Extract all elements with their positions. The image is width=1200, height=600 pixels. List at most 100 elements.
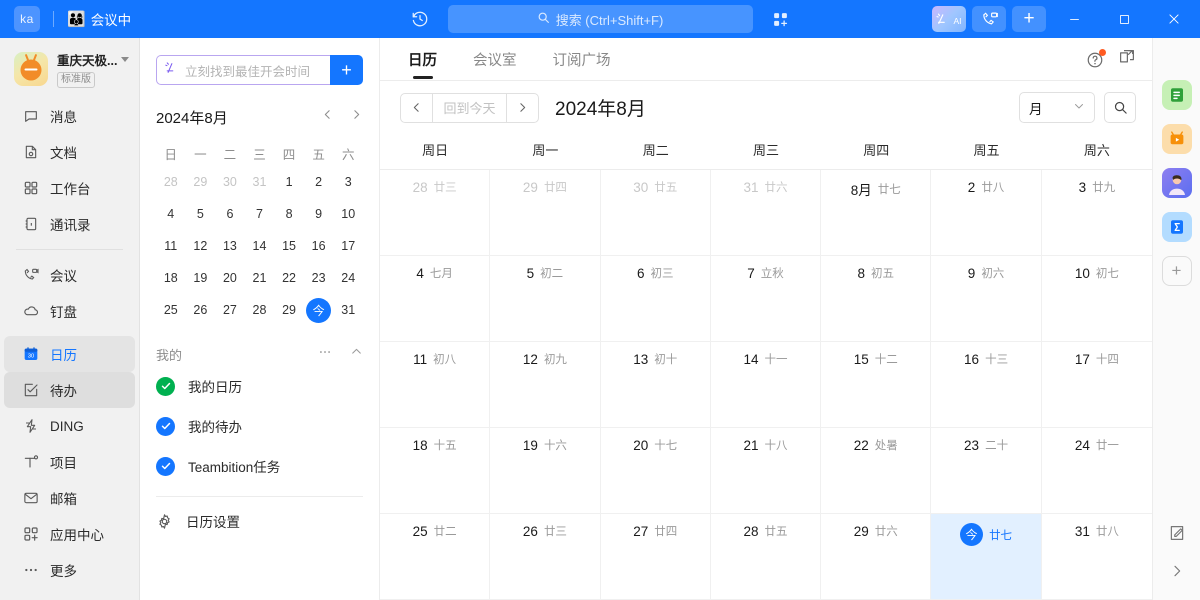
sidebar-item-calendar[interactable]: 30 日历 [4, 336, 135, 372]
month-day-cell[interactable]: 21十八 [711, 428, 821, 514]
contact-photo-icon[interactable] [1162, 168, 1192, 198]
video-app-icon[interactable] [1162, 124, 1192, 154]
month-day-cell[interactable]: 23二十 [931, 428, 1041, 514]
ai-find-input[interactable]: 立刻找到最佳开会时间 [156, 55, 330, 85]
month-day-cell[interactable]: 17十四 [1042, 342, 1152, 428]
month-day-cell[interactable]: 29廿六 [821, 514, 931, 600]
mini-day-cell[interactable]: 28 [156, 166, 186, 198]
mini-day-cell[interactable]: 31 [245, 166, 275, 198]
month-day-cell[interactable]: 7立秋 [711, 256, 821, 342]
calendar-list-item[interactable]: Teambition任务 [156, 446, 363, 486]
history-clock-icon[interactable] [406, 5, 434, 33]
month-day-cell[interactable]: 26廿三 [490, 514, 600, 600]
sidebar-item-contacts[interactable]: 通讯录 [4, 206, 135, 242]
month-day-cell[interactable]: 25廿二 [380, 514, 490, 600]
new-item-plus-icon[interactable]: + [1012, 6, 1046, 32]
mini-day-cell[interactable]: 23 [304, 262, 334, 294]
open-in-new-window-icon[interactable] [1118, 48, 1136, 71]
mini-day-cell[interactable]: 29 [274, 294, 304, 326]
minimize-icon[interactable] [1052, 0, 1096, 38]
mini-day-cell[interactable]: 26 [186, 294, 216, 326]
month-day-cell[interactable]: 11初八 [380, 342, 490, 428]
mini-day-cell[interactable]: 6 [215, 198, 245, 230]
month-day-cell[interactable]: 6初三 [601, 256, 711, 342]
meeting-status-chip[interactable]: 👨‍👩‍👦 会议中 [67, 9, 131, 29]
chevron-down-icon[interactable] [121, 57, 129, 62]
mini-day-cell[interactable]: 7 [245, 198, 275, 230]
month-day-cell[interactable]: 3廿九 [1042, 170, 1152, 256]
mini-day-cell[interactable]: 17 [333, 230, 363, 262]
sidebar-item-mail[interactable]: 邮箱 [4, 480, 135, 516]
month-day-cell[interactable]: 19十六 [490, 428, 600, 514]
month-day-cell[interactable]: 24廿一 [1042, 428, 1152, 514]
mini-day-cell[interactable]: 19 [186, 262, 216, 294]
docs-app-icon[interactable] [1162, 212, 1192, 242]
month-day-cell[interactable]: 31廿八 [1042, 514, 1152, 600]
mini-day-cell[interactable]: 28 [245, 294, 275, 326]
mini-day-cell[interactable]: 30 [215, 166, 245, 198]
mini-day-cell[interactable]: 1 [274, 166, 304, 198]
mini-day-cell[interactable]: 22 [274, 262, 304, 294]
mini-day-cell[interactable]: 20 [215, 262, 245, 294]
mini-day-cell[interactable]: 9 [304, 198, 334, 230]
sidebar-item-meeting[interactable]: 会议 [4, 257, 135, 293]
calendar-list-item[interactable]: 我的待办 [156, 406, 363, 446]
mini-day-cell[interactable]: 3 [333, 166, 363, 198]
chevron-left-icon[interactable] [321, 108, 334, 126]
phone-video-icon[interactable] [972, 6, 1006, 32]
calendar-checkbox[interactable] [156, 457, 175, 476]
mini-day-cell[interactable]: 21 [245, 262, 275, 294]
calendar-search-button[interactable] [1104, 92, 1136, 123]
month-day-cell[interactable]: 今廿七 [931, 514, 1041, 600]
month-day-cell[interactable]: 27廿四 [601, 514, 711, 600]
sidebar-item-more[interactable]: 更多 [4, 552, 135, 588]
mini-day-cell[interactable]: 8 [274, 198, 304, 230]
mini-day-cell[interactable]: 12 [186, 230, 216, 262]
mini-day-cell[interactable]: 11 [156, 230, 186, 262]
sidebar-item-documents[interactable]: 文档 [4, 134, 135, 170]
mini-day-cell[interactable]: 15 [274, 230, 304, 262]
month-day-cell[interactable]: 16十三 [931, 342, 1041, 428]
month-day-cell[interactable]: 28廿三 [380, 170, 490, 256]
tab-calendar[interactable]: 日历 [400, 49, 445, 80]
month-day-cell[interactable]: 5初二 [490, 256, 600, 342]
mini-day-cell[interactable]: 18 [156, 262, 186, 294]
month-day-cell[interactable]: 8月廿七 [821, 170, 931, 256]
month-day-cell[interactable]: 22处暑 [821, 428, 931, 514]
mini-day-cell[interactable]: 31 [333, 294, 363, 326]
maximize-icon[interactable] [1102, 0, 1146, 38]
month-day-cell[interactable]: 30廿五 [601, 170, 711, 256]
sidebar-item-messages[interactable]: 消息 [4, 98, 135, 134]
note-edit-icon[interactable] [1168, 524, 1186, 547]
sidebar-item-workbench[interactable]: 工作台 [4, 170, 135, 206]
mini-day-cell[interactable]: 4 [156, 198, 186, 230]
mini-day-cell[interactable]: 27 [215, 294, 245, 326]
help-question-icon[interactable] [1086, 51, 1104, 69]
close-icon[interactable] [1152, 0, 1196, 38]
calendar-list-item[interactable]: 我的日历 [156, 366, 363, 406]
tab-meeting-rooms[interactable]: 会议室 [465, 49, 525, 80]
mini-day-cell[interactable]: 24 [333, 262, 363, 294]
org-profile-switcher[interactable]: 重庆天极... 标准版 [0, 44, 139, 98]
month-day-cell[interactable]: 20十七 [601, 428, 711, 514]
sidebar-item-app-center[interactable]: 应用中心 [4, 516, 135, 552]
global-search-input[interactable]: 搜索 (Ctrl+Shift+F) [448, 5, 753, 33]
sidebar-item-todo[interactable]: 待办 [4, 372, 135, 408]
month-day-cell[interactable]: 2廿八 [931, 170, 1041, 256]
month-day-cell[interactable]: 4七月 [380, 256, 490, 342]
chevron-right-icon[interactable] [350, 108, 363, 126]
tab-subscription-plaza[interactable]: 订阅广场 [545, 49, 619, 80]
mini-day-cell[interactable]: 14 [245, 230, 275, 262]
view-mode-select[interactable]: 月 [1019, 92, 1095, 123]
calendar-checkbox[interactable] [156, 377, 175, 396]
calendar-checkbox[interactable] [156, 417, 175, 436]
chevron-right-icon[interactable] [1169, 563, 1185, 584]
chevron-up-icon[interactable] [350, 345, 363, 363]
month-day-cell[interactable]: 8初五 [821, 256, 931, 342]
mini-day-cell[interactable]: 2 [304, 166, 334, 198]
mini-day-cell[interactable]: 16 [304, 230, 334, 262]
more-dots-icon[interactable] [318, 345, 332, 364]
prev-month-button[interactable] [401, 94, 432, 122]
mini-day-cell[interactable]: 10 [333, 198, 363, 230]
sidebar-item-ding[interactable]: DING [4, 408, 135, 444]
